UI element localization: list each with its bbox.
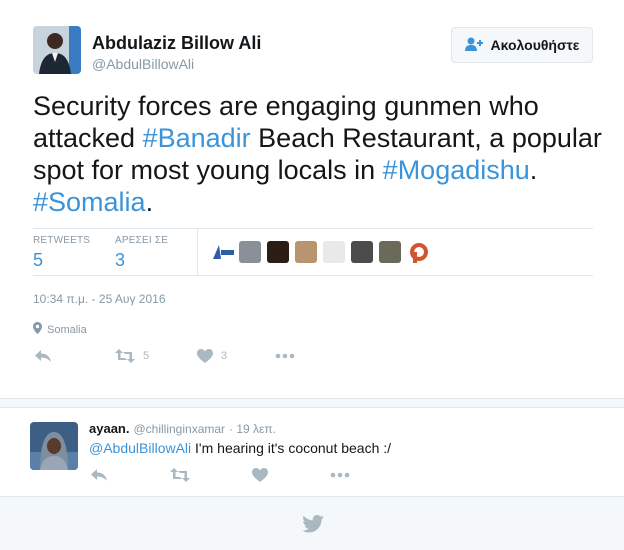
like-count: 3 — [221, 350, 228, 362]
liker-avatar[interactable] — [267, 241, 289, 263]
tweet-text-part: . — [529, 155, 538, 185]
retweet-count: 5 — [143, 350, 150, 362]
reply-header: ayaan. @chillinginxamar · 19 λεπ. — [89, 421, 276, 436]
likes-value: 3 — [115, 250, 126, 270]
reply-tweet[interactable]: ayaan. @chillinginxamar · 19 λεπ. @Abdul… — [0, 408, 624, 496]
author-handle[interactable]: @AbdulBillowAli — [92, 56, 194, 72]
retweet-icon — [170, 468, 190, 482]
liker-avatar[interactable] — [211, 241, 234, 263]
like-icon — [252, 468, 268, 482]
likes-label: ΑΡΕΣΕΙ ΣΕ — [115, 235, 169, 246]
follow-label: Ακολουθήστε — [490, 37, 580, 53]
reply-body: I'm hearing it's coconut beach :/ — [191, 440, 392, 456]
like-button[interactable]: 3 — [197, 349, 227, 363]
likes-stat[interactable]: ΑΡΕΣΕΙ ΣΕ 3 — [115, 235, 168, 271]
reply-like-button[interactable] — [252, 468, 268, 482]
reply-more-button[interactable] — [330, 468, 350, 482]
tweet-location[interactable]: Somalia — [33, 322, 87, 337]
retweets-label: RETWEETS — [33, 235, 91, 246]
reply-avatar[interactable] — [30, 422, 78, 470]
more-button[interactable] — [275, 349, 295, 363]
like-icon — [197, 349, 213, 363]
reply-author-handle[interactable]: @chillinginxamar — [133, 422, 225, 436]
more-icon — [330, 468, 350, 482]
liker-avatar[interactable] — [351, 241, 373, 263]
tweet-text: Security forces are engaging gunmen who … — [33, 90, 603, 218]
tweet-timestamp[interactable]: 10:34 π.μ. - 25 Αυγ 2016 — [33, 292, 166, 306]
reply-icon — [34, 349, 52, 363]
tweet-separator — [0, 398, 624, 408]
tweet-stats: RETWEETS 5 ΑΡΕΣΕΙ ΣΕ 3 — [33, 228, 593, 276]
reply-button[interactable] — [34, 349, 52, 363]
hashtag-mogadishu[interactable]: #Mogadishu — [383, 155, 530, 185]
location-pin-icon — [33, 322, 42, 337]
hashtag-somalia[interactable]: #Somalia — [33, 187, 146, 217]
liker-avatar[interactable] — [407, 241, 429, 263]
more-icon — [275, 349, 295, 363]
reply-text: @AbdulBillowAli I'm hearing it's coconut… — [89, 440, 391, 456]
liker-avatar[interactable] — [239, 241, 261, 263]
location-label: Somalia — [47, 323, 87, 336]
reply-retweet-button[interactable] — [170, 468, 190, 482]
footer — [0, 496, 624, 550]
retweets-stat[interactable]: RETWEETS 5 — [33, 235, 90, 271]
author-name[interactable]: Abdulaziz Billow Ali — [92, 33, 261, 54]
reply-reply-button[interactable] — [90, 468, 108, 482]
retweets-value: 5 — [33, 250, 44, 270]
reply-icon — [90, 468, 108, 482]
tweet: Abdulaziz Billow Ali @AbdulBillowAli Ακο… — [0, 0, 624, 398]
hashtag-banadir[interactable]: #Banadir — [143, 123, 251, 153]
retweet-icon — [115, 349, 135, 363]
author-avatar[interactable] — [33, 26, 81, 74]
retweet-button[interactable]: 5 — [115, 349, 149, 363]
reply-author-name[interactable]: ayaan. — [89, 421, 129, 436]
stats-divider — [197, 229, 198, 275]
liker-avatars — [211, 241, 429, 263]
reply-time[interactable]: · 19 λεπ. — [229, 422, 276, 436]
reply-mention[interactable]: @AbdulBillowAli — [89, 440, 191, 456]
tweet-text-part: . — [145, 187, 154, 217]
liker-avatar[interactable] — [379, 241, 401, 263]
twitter-bird-icon[interactable] — [302, 515, 324, 538]
liker-avatar[interactable] — [295, 241, 317, 263]
follow-icon — [464, 36, 485, 55]
follow-button[interactable]: Ακολουθήστε — [451, 27, 593, 63]
liker-avatar[interactable] — [323, 241, 345, 263]
